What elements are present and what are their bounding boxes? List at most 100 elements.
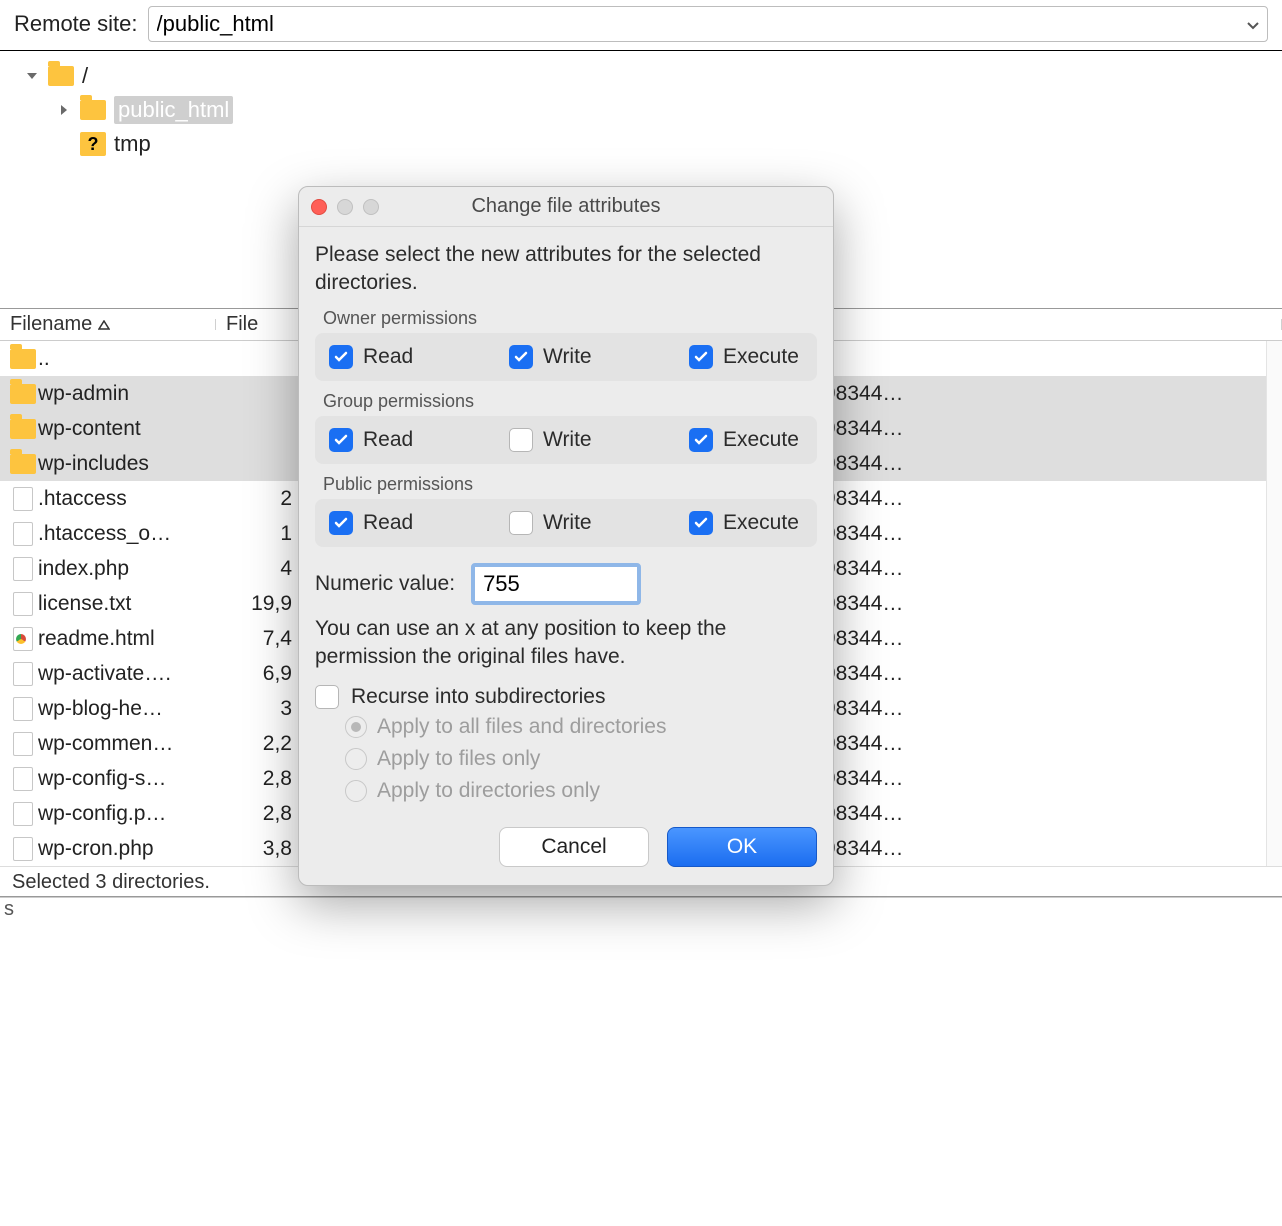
recurse-checkbox[interactable] bbox=[315, 685, 339, 709]
group-permissions-box: Read Write Execute bbox=[315, 416, 817, 464]
dialog-title: Change file attributes bbox=[299, 195, 833, 218]
group-write-checkbox[interactable] bbox=[509, 428, 533, 452]
address-input[interactable] bbox=[148, 6, 1269, 42]
radio-dirs bbox=[345, 780, 367, 802]
file-name: license.txt bbox=[38, 592, 218, 616]
public-write-checkbox[interactable] bbox=[509, 511, 533, 535]
group-permissions-label: Group permissions bbox=[323, 391, 817, 412]
scrollbar[interactable] bbox=[1266, 341, 1282, 866]
dialog-titlebar[interactable]: Change file attributes bbox=[299, 187, 833, 227]
file-name: wp-activate…. bbox=[38, 662, 218, 686]
chevron-down-icon bbox=[1247, 13, 1259, 36]
file-icon bbox=[8, 802, 38, 826]
file-name: index.php bbox=[38, 557, 218, 581]
folder-icon bbox=[48, 66, 74, 86]
address-input-wrap bbox=[148, 6, 1269, 42]
file-name: wp-content bbox=[38, 417, 218, 441]
public-permissions-label: Public permissions bbox=[323, 474, 817, 495]
radio-dirs-label: Apply to directories only bbox=[377, 779, 600, 803]
owner-execute-checkbox[interactable] bbox=[689, 345, 713, 369]
folder-icon bbox=[8, 454, 38, 474]
file-name: wp-admin bbox=[38, 382, 218, 406]
group-read-checkbox[interactable] bbox=[329, 428, 353, 452]
public-read-checkbox[interactable] bbox=[329, 511, 353, 535]
disclosure-down-icon[interactable] bbox=[24, 68, 40, 84]
address-label: Remote site: bbox=[14, 11, 138, 37]
radio-all-label: Apply to all files and directories bbox=[377, 715, 666, 739]
file-size: 3,8 bbox=[218, 837, 298, 861]
numeric-value-label: Numeric value: bbox=[315, 572, 455, 596]
file-name: wp-includes bbox=[38, 452, 218, 476]
dialog-intro: Please select the new attributes for the… bbox=[315, 241, 817, 298]
disclosure-right-icon[interactable] bbox=[56, 102, 72, 118]
file-name: wp-cron.php bbox=[38, 837, 218, 861]
group-write-label: Write bbox=[543, 428, 592, 452]
owner-permissions-label: Owner permissions bbox=[323, 308, 817, 329]
file-name: .htaccess bbox=[38, 487, 218, 511]
file-icon bbox=[8, 767, 38, 791]
file-name: .. bbox=[38, 347, 218, 371]
group-execute-label: Execute bbox=[723, 428, 799, 452]
file-name: readme.html bbox=[38, 627, 218, 651]
numeric-value-input[interactable] bbox=[471, 563, 641, 605]
public-permissions-box: Read Write Execute bbox=[315, 499, 817, 547]
radio-all bbox=[345, 716, 367, 738]
radio-files-label: Apply to files only bbox=[377, 747, 540, 771]
file-size: 3 bbox=[218, 697, 298, 721]
owner-execute-label: Execute bbox=[723, 345, 799, 369]
address-dropdown-button[interactable] bbox=[1242, 13, 1264, 35]
tree-node-public-html[interactable]: public_html bbox=[56, 93, 1282, 127]
cancel-button[interactable]: Cancel bbox=[499, 827, 649, 867]
file-size: 2,8 bbox=[218, 767, 298, 791]
tree-node-tmp[interactable]: ? tmp bbox=[56, 127, 1282, 161]
file-name: wp-commen… bbox=[38, 732, 218, 756]
sort-asc-icon bbox=[98, 317, 110, 333]
file-size: 2,8 bbox=[218, 802, 298, 826]
file-size: 19,9 bbox=[218, 592, 298, 616]
owner-read-checkbox[interactable] bbox=[329, 345, 353, 369]
file-icon bbox=[8, 697, 38, 721]
public-read-label: Read bbox=[363, 511, 413, 535]
file-size: 4 bbox=[218, 557, 298, 581]
html-file-icon bbox=[8, 627, 38, 651]
public-execute-checkbox[interactable] bbox=[689, 511, 713, 535]
file-icon bbox=[8, 837, 38, 861]
tree-label-tmp: tmp bbox=[114, 131, 151, 157]
file-icon bbox=[8, 487, 38, 511]
owner-write-checkbox[interactable] bbox=[509, 345, 533, 369]
group-read-label: Read bbox=[363, 428, 413, 452]
file-size: 6,9 bbox=[218, 662, 298, 686]
file-icon bbox=[8, 522, 38, 546]
public-execute-label: Execute bbox=[723, 511, 799, 535]
file-name: wp-blog-he… bbox=[38, 697, 218, 721]
unknown-folder-icon: ? bbox=[80, 132, 106, 156]
header-filename[interactable]: Filename bbox=[0, 313, 216, 336]
header-filesize-label: File bbox=[226, 313, 258, 335]
header-filesize[interactable]: File bbox=[216, 313, 302, 336]
file-name: wp-config.p… bbox=[38, 802, 218, 826]
file-icon bbox=[8, 592, 38, 616]
tree-node-root[interactable]: / bbox=[24, 59, 1282, 93]
change-attributes-dialog: Change file attributes Please select the… bbox=[298, 186, 834, 886]
file-size: 7,4 bbox=[218, 627, 298, 651]
public-write-label: Write bbox=[543, 511, 592, 535]
group-execute-checkbox[interactable] bbox=[689, 428, 713, 452]
file-size: 1 bbox=[218, 522, 298, 546]
folder-icon bbox=[80, 100, 106, 120]
numeric-hint: You can use an x at any position to keep… bbox=[315, 615, 817, 672]
ok-button[interactable]: OK bbox=[667, 827, 817, 867]
owner-permissions-box: Read Write Execute bbox=[315, 333, 817, 381]
file-name: wp-config-s… bbox=[38, 767, 218, 791]
file-size: 2,2 bbox=[218, 732, 298, 756]
owner-read-label: Read bbox=[363, 345, 413, 369]
radio-files bbox=[345, 748, 367, 770]
header-filename-label: Filename bbox=[10, 313, 92, 336]
address-bar: Remote site: bbox=[0, 0, 1282, 51]
folder-icon bbox=[8, 384, 38, 404]
file-size: 2 bbox=[218, 487, 298, 511]
recurse-label: Recurse into subdirectories bbox=[351, 685, 605, 709]
owner-write-label: Write bbox=[543, 345, 592, 369]
recurse-radio-group: Apply to all files and directories Apply… bbox=[315, 715, 817, 803]
folder-icon bbox=[8, 419, 38, 439]
file-icon bbox=[8, 662, 38, 686]
